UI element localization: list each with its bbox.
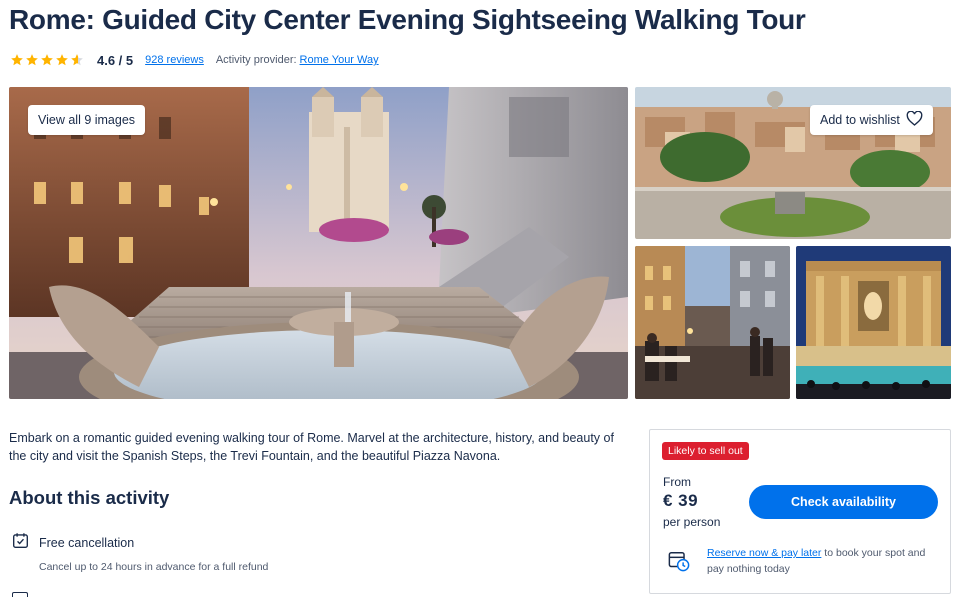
add-to-wishlist-button[interactable]: Add to wishlist (810, 105, 933, 135)
star-icon (55, 53, 69, 67)
view-all-images-label: View all 9 images (38, 113, 136, 127)
star-icon (25, 53, 39, 67)
feature-subtitle: Cancel up to 24 hours in advance for a f… (39, 561, 269, 573)
reserve-info: Reserve now & pay later to book your spo… (707, 545, 943, 577)
star-icon (10, 53, 24, 67)
night-street-dining-image[interactable] (635, 246, 790, 399)
image-gallery: View all 9 images Add to wishlist (9, 87, 951, 399)
page-title: Rome: Guided City Center Evening Sightse… (9, 4, 806, 35)
calendar-clock-icon (668, 550, 690, 572)
reserve-now-link[interactable]: Reserve now & pay later (707, 547, 821, 559)
activity-description: Embark on a romantic guided evening walk… (9, 431, 614, 463)
view-all-images-button[interactable]: View all 9 images (28, 105, 146, 135)
price-from-label: From (663, 475, 691, 489)
calendar-check-icon (12, 532, 29, 554)
heart-icon (906, 110, 923, 129)
trevi-fountain-night-image[interactable] (796, 246, 951, 399)
rating-value: 4.6 / 5 (97, 52, 134, 68)
star-icon (70, 53, 84, 67)
feature-title: Free cancellation (39, 536, 135, 550)
calendar-icon (12, 592, 28, 597)
star-icon (40, 53, 54, 67)
price-per-label: per person (663, 515, 721, 529)
check-availability-button[interactable]: Check availability (749, 485, 938, 519)
sell-out-badge: Likely to sell out (662, 442, 749, 460)
rating-row: 4.6 / 5 928 reviews Activity provider: R… (10, 50, 379, 70)
provider-label: Activity provider: (215, 54, 297, 66)
reviews-link[interactable]: 928 reviews (145, 54, 204, 66)
booking-panel: Likely to sell out From € 39 per person … (649, 429, 951, 594)
feature-free-cancellation: Free cancellation (12, 532, 134, 554)
about-section-title: About this activity (9, 487, 170, 508)
provider-link[interactable]: Rome Your Way (300, 54, 379, 66)
wishlist-label: Add to wishlist (820, 113, 900, 127)
rating-stars (10, 53, 84, 67)
price-value: € 39 (663, 491, 699, 510)
